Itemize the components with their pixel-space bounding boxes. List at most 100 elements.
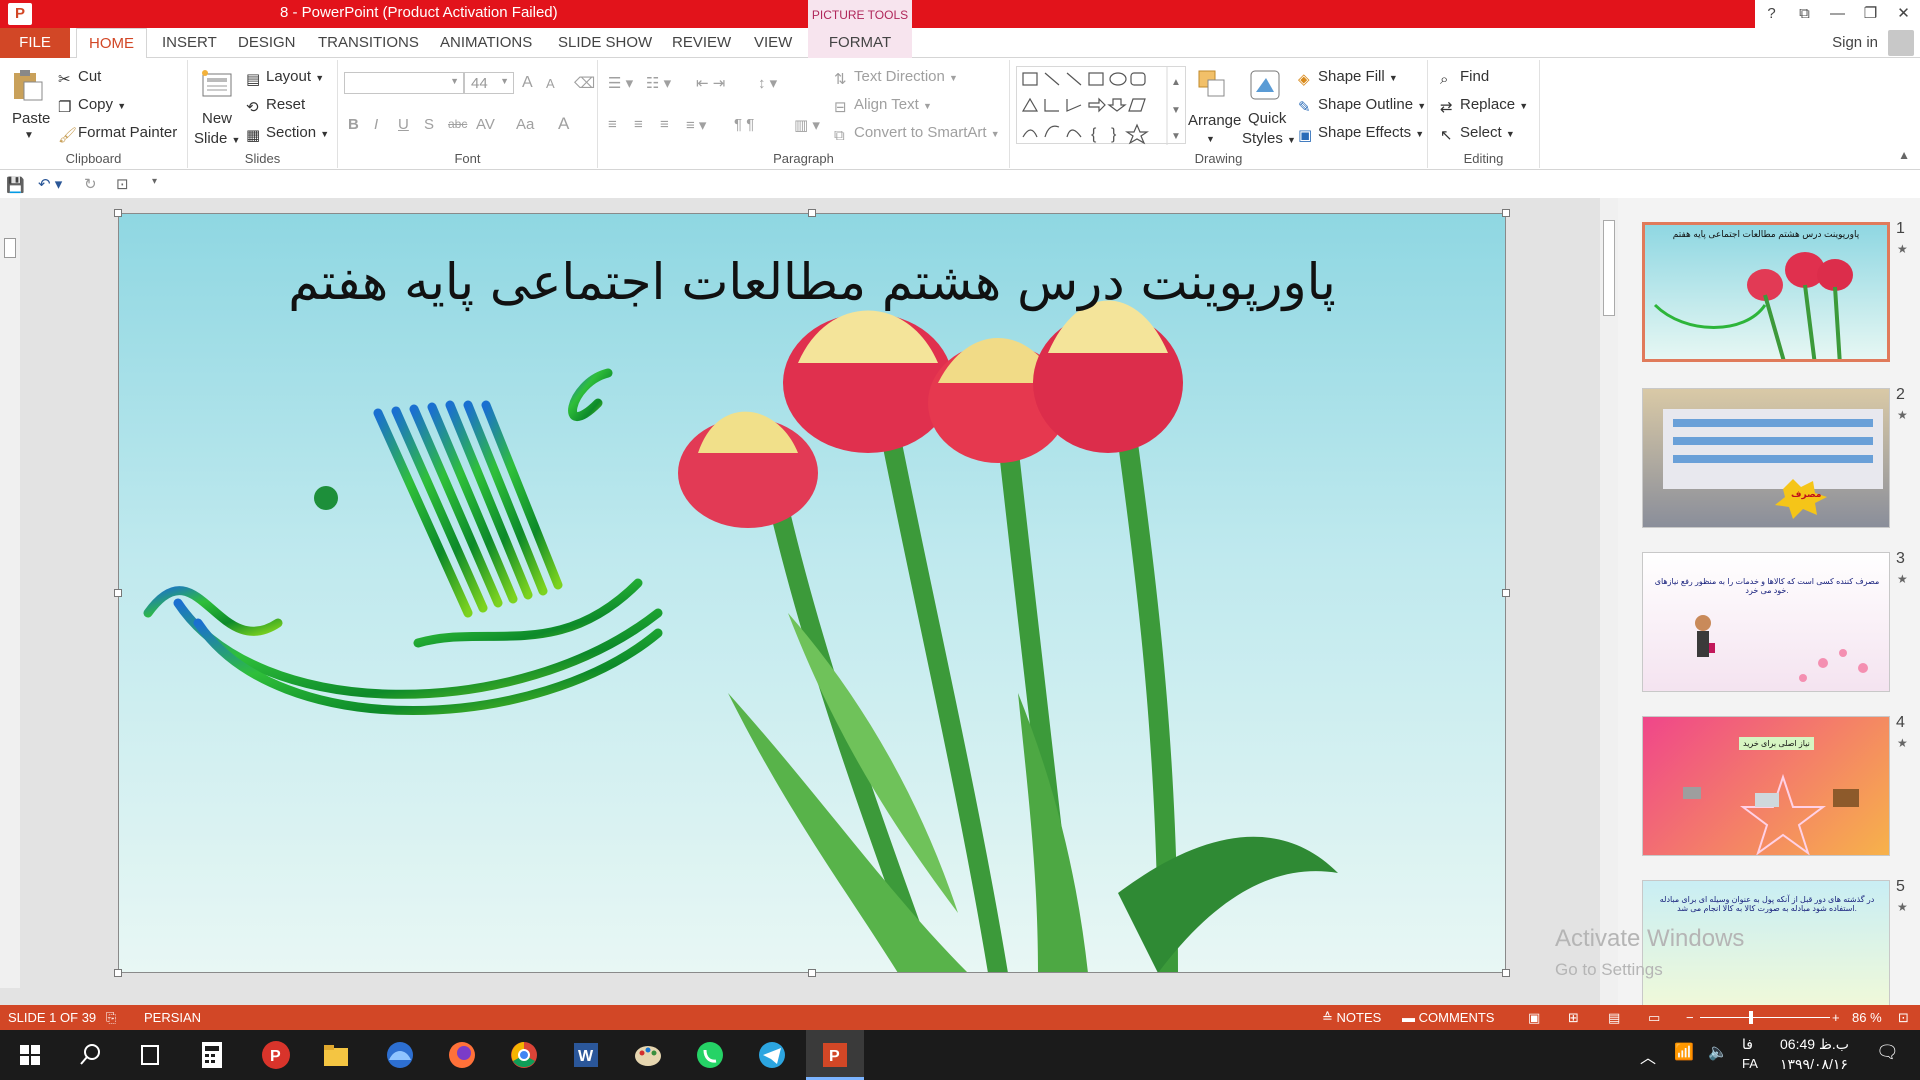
new-slide-button[interactable]: New (202, 110, 232, 127)
arrange-dropdown-icon[interactable]: ▼ (1206, 134, 1215, 144)
align-text-button[interactable]: ⊟ Align Text ▼ (834, 96, 932, 116)
new-slide-button-label[interactable]: Slide ▼ (194, 130, 240, 147)
cut-button[interactable]: ✂ Cut (58, 68, 101, 88)
tab-home[interactable]: HOME (76, 28, 147, 59)
clock-time[interactable]: 06:49 ب.ظ (1780, 1036, 1849, 1053)
thumbnail-slide-4[interactable]: نیاز اصلی برای خرید (1642, 716, 1890, 856)
resize-handle-w[interactable] (114, 589, 122, 597)
select-button[interactable]: ↖ Select ▼ (1440, 124, 1515, 144)
tab-format[interactable]: FORMAT (808, 28, 912, 58)
copy-button[interactable]: ❐ Copy ▼ (58, 96, 126, 116)
task-view-icon[interactable] (130, 1038, 170, 1072)
calculator-icon[interactable] (192, 1038, 232, 1072)
search-icon[interactable] (70, 1038, 110, 1072)
quick-styles-button-label[interactable]: Styles ▼ (1242, 130, 1296, 147)
justify-icon[interactable]: ≡ ▾ (686, 116, 706, 134)
resize-handle-ne[interactable] (1502, 209, 1510, 217)
reset-button[interactable]: ⟲ Reset (246, 96, 305, 116)
convert-smartart-button[interactable]: ⧉ Convert to SmartArt ▼ (834, 124, 1000, 144)
tab-transitions[interactable]: TRANSITIONS (306, 28, 431, 58)
chrome-icon[interactable] (504, 1038, 544, 1072)
normal-view-icon[interactable]: ▣ (1528, 1010, 1540, 1026)
tab-file[interactable]: FILE (0, 28, 70, 58)
italic-button[interactable]: I (374, 116, 378, 133)
thumbnail-slide-1[interactable]: پاورپوینت درس هشتم مطالعات اجتماعی پایه … (1642, 222, 1890, 362)
resize-handle-n[interactable] (808, 209, 816, 217)
close-button[interactable]: ✕ (1887, 0, 1920, 28)
ribbon-display-options-button[interactable]: ⧉ (1788, 0, 1821, 28)
browser-icon[interactable] (380, 1038, 420, 1072)
thumbnail-slide-3[interactable]: مصرف کننده کسی است که کالاها و خدمات را … (1642, 552, 1890, 692)
shadow-button[interactable]: S (424, 116, 434, 133)
shrink-font-button[interactable]: A (546, 76, 555, 91)
grow-font-button[interactable]: A (522, 74, 533, 92)
tab-animations[interactable]: ANIMATIONS (428, 28, 544, 58)
avatar[interactable] (1888, 30, 1914, 56)
volume-icon[interactable]: 🔈 (1708, 1042, 1728, 1062)
reading-view-icon[interactable]: ▤ (1608, 1010, 1620, 1026)
shapes-gallery[interactable]: {} ▲ ▼ ▼ (1016, 66, 1186, 145)
start-from-beginning-icon[interactable]: ⊡ (116, 175, 129, 193)
fit-slide-icon[interactable]: ⊡ (1898, 1010, 1909, 1026)
windows-start-icon[interactable] (10, 1038, 50, 1072)
shape-effects-button[interactable]: ▣ Shape Effects ▼ (1298, 124, 1424, 144)
word-icon[interactable]: W (566, 1038, 606, 1072)
ltr-direction-icon[interactable]: ¶ ¶ (734, 116, 754, 133)
zoom-level[interactable]: 86 % (1852, 1010, 1882, 1025)
columns-icon[interactable]: ▥ ▾ (794, 116, 820, 134)
align-center-icon[interactable]: ≡ (634, 116, 643, 133)
clock-date[interactable]: ۱۳۹۹/۰۸/۱۶ (1780, 1056, 1848, 1073)
thumbnails-scroll-thumb[interactable] (1603, 220, 1615, 316)
customize-qat-icon[interactable]: ▾ (152, 176, 157, 187)
change-case-button[interactable]: Aa (516, 116, 534, 133)
collapse-ribbon-icon[interactable]: ▲ (1898, 148, 1910, 162)
arrange-button[interactable]: Arrange (1188, 112, 1241, 129)
left-scrollbar[interactable] (0, 198, 20, 988)
paste-button[interactable]: Paste (12, 110, 50, 127)
align-right-icon[interactable]: ≡ (660, 116, 669, 133)
layout-button[interactable]: ▤ Layout ▼ (246, 68, 324, 88)
network-icon[interactable]: 📶 (1674, 1042, 1694, 1062)
firefox-icon[interactable] (442, 1038, 482, 1072)
text-direction-button[interactable]: ⇅ Text Direction ▼ (834, 68, 958, 88)
bullets-icon[interactable]: ☰ ▾ (608, 74, 633, 92)
psiphon-icon[interactable]: P (256, 1038, 296, 1072)
font-name-combobox[interactable]: ▼ (344, 72, 464, 94)
underline-button[interactable]: U (398, 116, 409, 133)
clear-formatting-icon[interactable]: ⌫ (574, 74, 595, 92)
character-spacing-button[interactable]: AV (476, 116, 495, 133)
quick-styles-button[interactable]: Quick (1248, 110, 1286, 127)
zoom-slider-thumb[interactable] (1749, 1011, 1753, 1024)
tab-review[interactable]: REVIEW (660, 28, 743, 58)
slide-canvas[interactable]: پاورپوینت درس هشتم مطالعات اجتماعی پایه … (118, 213, 1506, 973)
slide-title[interactable]: پاورپوینت درس هشتم مطالعات اجتماعی پایه … (118, 253, 1506, 311)
paste-dropdown-icon[interactable]: ▼ (24, 130, 34, 141)
thumbnail-slide-2[interactable]: مصرف (1642, 388, 1890, 528)
save-icon[interactable]: 💾 (6, 176, 25, 194)
resize-handle-s[interactable] (808, 969, 816, 977)
resize-handle-sw[interactable] (114, 969, 122, 977)
resize-handle-e[interactable] (1502, 589, 1510, 597)
tab-view[interactable]: VIEW (742, 28, 804, 58)
undo-icon[interactable]: ↶ ▾ (38, 175, 62, 193)
comments-button[interactable]: ▬ COMMENTS (1402, 1010, 1494, 1025)
file-explorer-icon[interactable] (316, 1038, 356, 1072)
font-color-button[interactable]: A (558, 114, 569, 134)
tab-design[interactable]: DESIGN (226, 28, 308, 58)
slide-show-icon[interactable]: ▭ (1648, 1010, 1660, 1026)
section-button[interactable]: ▦ Section ▼ (246, 124, 329, 144)
paint-icon[interactable] (628, 1038, 668, 1072)
resize-handle-nw[interactable] (114, 209, 122, 217)
bold-button[interactable]: B (348, 116, 359, 133)
zoom-out-button[interactable]: − (1686, 1010, 1694, 1025)
maximize-button[interactable]: ❐ (1854, 0, 1887, 28)
action-center-icon[interactable]: 🗨 (1876, 1042, 1899, 1063)
tab-insert[interactable]: INSERT (150, 28, 229, 58)
telegram-icon[interactable] (752, 1038, 792, 1072)
redo-icon[interactable]: ↻ (84, 175, 97, 193)
calligraphy-image[interactable] (138, 363, 698, 763)
font-size-combobox[interactable]: 44 ▼ (464, 72, 514, 94)
taskbar-powerpoint-active[interactable]: P (806, 1030, 864, 1080)
whatsapp-icon[interactable] (690, 1038, 730, 1072)
line-spacing-icon[interactable]: ↕ ▾ (758, 74, 777, 92)
